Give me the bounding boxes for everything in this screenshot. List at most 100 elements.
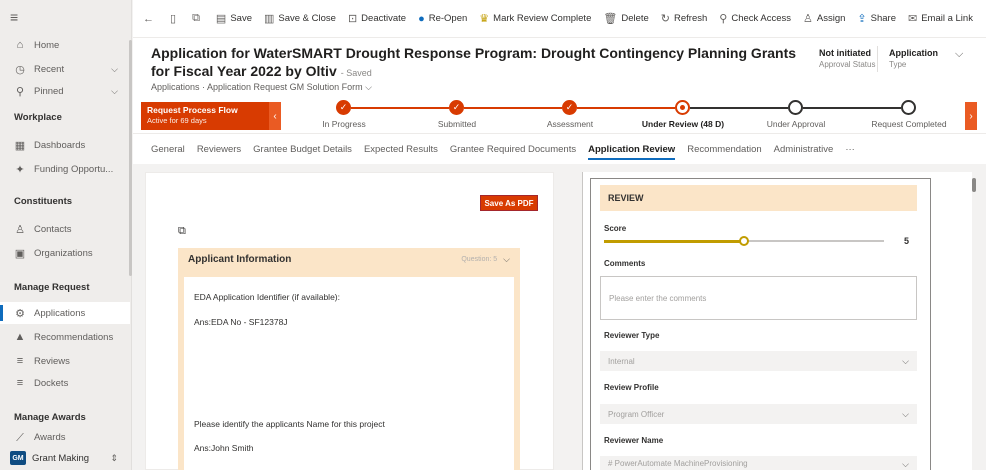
type-field: Application Type: [889, 48, 938, 69]
reviewer-type-label: Reviewer Type: [604, 331, 660, 340]
mark-review-complete-button[interactable]: ♛ Mark Review Complete: [479, 12, 591, 25]
pin-icon: ⚲: [15, 85, 25, 98]
process-stage[interactable]: ✓ In Progress: [289, 98, 399, 134]
popout-icon[interactable]: ⧉: [178, 225, 186, 238]
header-expand-chevron-icon[interactable]: ⌵: [955, 48, 963, 61]
review-panel-container: [582, 172, 972, 470]
form-icon: ▯: [170, 13, 177, 25]
review-profile-select[interactable]: Program Officer ⌵: [600, 404, 917, 424]
page-title: Application for WaterSMART Drought Respo…: [151, 45, 797, 79]
save-close-button[interactable]: ▥ Save & Close: [264, 12, 336, 25]
applicant-information-header[interactable]: Applicant Information Question: 5 ⌵: [184, 248, 514, 270]
trophy-icon: ♛: [479, 13, 490, 25]
list-icon: ≡: [16, 355, 24, 367]
tab-administrative[interactable]: Administrative: [774, 134, 834, 164]
sidebar-item-home[interactable]: ⌂ Home: [0, 34, 130, 56]
answer-text: Ans:John Smith: [194, 443, 254, 453]
deactivate-icon: ⊡: [347, 13, 358, 25]
tab-expected-results[interactable]: Expected Results: [364, 134, 438, 164]
sidebar-section-manage-request: Manage Request: [14, 282, 90, 293]
check-access-button[interactable]: ⚲ Check Access: [719, 12, 791, 25]
process-stage[interactable]: Under Approval: [741, 98, 851, 134]
form-scrollbar[interactable]: [972, 178, 976, 192]
back-button[interactable]: ←: [143, 13, 158, 25]
tab-reviewers[interactable]: Reviewers: [197, 134, 241, 164]
review-profile-label: Review Profile: [604, 383, 659, 392]
process-stage-label: Request Completed: [871, 119, 947, 129]
command-bar: ← ▯ ⧉ ▤ Save ▥ Save & Close ⊡ Deactivate ● R…: [133, 0, 986, 38]
reopen-button[interactable]: ● Re-Open: [418, 13, 467, 25]
refresh-button[interactable]: ↻ Refresh: [661, 12, 707, 25]
tab-general[interactable]: General: [151, 134, 185, 164]
process-flow: Request Process Flow Active for 69 days …: [133, 98, 986, 134]
assign-button[interactable]: ♙ Assign: [803, 12, 845, 25]
process-stage[interactable]: ✓ Submitted: [402, 98, 512, 134]
tab-grantee-budget-details[interactable]: Grantee Budget Details: [253, 134, 352, 164]
review-section-header: REVIEW: [600, 185, 917, 211]
sidebar-item-pinned[interactable]: ⚲ Pinned ⌵: [0, 80, 130, 102]
review-profile-value: Program Officer: [608, 409, 665, 419]
tab-application-review[interactable]: Application Review: [588, 134, 676, 164]
share-button[interactable]: ⇪ Share: [857, 12, 896, 25]
trash-icon: 🗑: [603, 13, 618, 25]
application-panel: Save As PDF ⧉ Applicant Information Ques…: [145, 172, 554, 470]
tab-recommendation[interactable]: Recommendation: [687, 134, 761, 164]
check-icon: ✓: [562, 100, 577, 115]
reopen-icon: ●: [418, 12, 425, 25]
process-stage-label: Under Approval: [766, 119, 826, 129]
sidebar-item-awards[interactable]: ⟋ Awards: [0, 432, 130, 446]
save-as-pdf-button[interactable]: Save As PDF: [480, 195, 538, 211]
sidebar-item-dockets[interactable]: ≡ Dockets: [0, 372, 130, 394]
process-stage[interactable]: ✓ Assessment: [515, 98, 625, 134]
comments-input[interactable]: Please enter the comments: [600, 276, 917, 320]
process-flow-title[interactable]: Request Process Flow Active for 69 days: [141, 102, 269, 130]
applications-icon: ⚙: [15, 307, 25, 320]
save-button[interactable]: ▤ Save: [216, 12, 252, 25]
header-divider: [877, 46, 878, 72]
chevron-down-icon: ⌵: [111, 63, 118, 74]
score-label: Score: [604, 224, 627, 233]
area-switcher[interactable]: GM Grant Making ⇕: [0, 446, 130, 470]
sidebar-item-reviews[interactable]: ≡ Reviews: [0, 350, 130, 372]
sidebar-item-applications[interactable]: ⚙ Applications: [0, 302, 130, 324]
reviewer-type-select[interactable]: Internal ⌵: [600, 351, 917, 371]
applicant-information-card: Applicant Information Question: 5 ⌵ EDA …: [178, 248, 520, 470]
sidebar-item-organizations[interactable]: ▣ Organizations: [0, 242, 130, 264]
tab-grantee-required-documents[interactable]: Grantee Required Documents: [450, 134, 576, 164]
breadcrumb[interactable]: Applications · Application Request GM So…: [151, 82, 372, 93]
list-icon: ≡: [16, 377, 24, 389]
card-title: Applicant Information: [188, 253, 292, 265]
deactivate-button[interactable]: ⊡ Deactivate: [348, 12, 406, 25]
sidebar-item-contacts[interactable]: ♙ Contacts: [0, 218, 130, 240]
refresh-icon: ↻: [660, 13, 671, 25]
process-next-button[interactable]: ›: [965, 102, 977, 130]
open-new-window-button[interactable]: ⧉: [192, 12, 204, 25]
new-window-icon: ⧉: [192, 12, 200, 24]
email-link-button[interactable]: ✉ Email a Link: [908, 12, 973, 25]
delete-button[interactable]: 🗑 Delete: [603, 12, 648, 25]
hamburger-menu-icon[interactable]: ≡: [10, 10, 24, 24]
answer-text: Ans:EDA No - SF12378J: [194, 317, 288, 327]
process-prev-button[interactable]: ‹: [269, 102, 281, 130]
process-stage[interactable]: Under Review (48 D): [628, 98, 738, 134]
sidebar-scrollbar[interactable]: [129, 40, 132, 276]
sidebar-item-recommendations[interactable]: ▲ Recommendations: [0, 326, 130, 348]
score-slider-thumb[interactable]: [739, 236, 749, 246]
process-stage-label: Assessment: [546, 119, 594, 129]
sidebar-item-dashboards[interactable]: ▦ Dashboards: [0, 134, 130, 156]
card-meta: Question: 5 ⌵: [461, 254, 510, 265]
sidebar-section-constituents: Constituents: [14, 196, 73, 207]
recommendations-icon: ▲: [14, 331, 26, 343]
check-icon: ✓: [449, 100, 464, 115]
process-stage[interactable]: Request Completed: [854, 98, 964, 134]
chevron-down-icon: ⌵: [902, 459, 909, 469]
form-view-button[interactable]: ▯: [170, 12, 180, 25]
reviewer-name-select[interactable]: # PowerAutomate MachineProvisioning ⌵: [600, 456, 917, 470]
back-arrow-icon: ←: [143, 12, 154, 25]
sidebar-item-recent[interactable]: ◷ Recent ⌵: [0, 58, 130, 80]
stage-status-icon: [901, 100, 916, 115]
sidebar-item-funding-opportunities[interactable]: ✦ Funding Opportu...: [0, 158, 130, 180]
question-count: Question: 5: [461, 255, 498, 263]
record-header: Application for WaterSMART Drought Respo…: [133, 38, 986, 98]
tab-more[interactable]: ···: [845, 134, 855, 164]
